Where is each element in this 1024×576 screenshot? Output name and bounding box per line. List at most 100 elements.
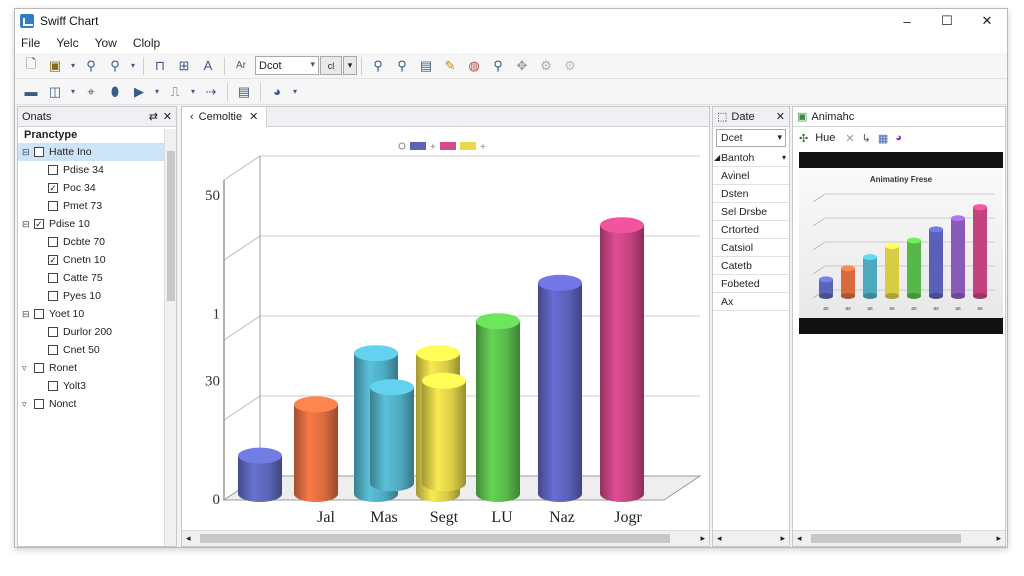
tree-scrollbar[interactable] xyxy=(164,129,176,546)
panel-close-button[interactable]: ✕ xyxy=(776,110,785,123)
open-folder-icon[interactable]: ▣ xyxy=(45,56,65,76)
dropdown-arrow-icon[interactable]: ▾ xyxy=(343,56,357,75)
menu-edit[interactable]: Yelc xyxy=(50,36,88,50)
chart-scrollbar[interactable]: ◂ ▸ xyxy=(182,530,709,546)
row-dropdown-icon[interactable]: ▾ xyxy=(782,153,786,162)
hue-icon[interactable]: ✣ xyxy=(799,132,808,145)
scroll-right-icon[interactable]: ▸ xyxy=(780,533,785,544)
scroll-left-icon[interactable]: ◂ xyxy=(186,533,191,544)
expand-icon[interactable]: ⊟ xyxy=(22,219,31,230)
dropdown-arrow-icon[interactable]: ▾ xyxy=(129,56,137,76)
font-combo[interactable]: Dcot xyxy=(255,56,319,75)
checkbox[interactable] xyxy=(48,291,58,301)
checkbox[interactable]: ✓ xyxy=(48,183,58,193)
tree-item[interactable]: ▿ Nonct xyxy=(18,395,176,413)
remove-icon[interactable]: ✕ xyxy=(845,132,854,145)
shield-icon[interactable]: ⬮ xyxy=(105,82,125,102)
dropdown-arrow-icon[interactable]: ▾ xyxy=(69,56,77,76)
document-icon[interactable]: ◫ xyxy=(45,82,65,102)
globe-icon[interactable]: ◍ xyxy=(464,56,484,76)
options-icon[interactable]: ⚙ xyxy=(560,56,580,76)
zoom-out-icon[interactable]: ⚲ xyxy=(392,56,412,76)
move-icon[interactable]: ✥ xyxy=(512,56,532,76)
animation-tab[interactable]: ▣ Animahc xyxy=(793,107,1005,127)
data-combo[interactable]: Dcet xyxy=(716,129,786,147)
save-icon[interactable]: ▬ xyxy=(21,82,41,102)
palette-icon[interactable]: ◕ xyxy=(895,132,902,144)
maximize-button[interactable]: ☐ xyxy=(927,9,967,33)
tree-item[interactable]: Pyes 10 xyxy=(18,287,176,305)
data-row[interactable]: Avinel xyxy=(713,167,789,185)
tree-item[interactable]: Cnet 50 xyxy=(18,341,176,359)
menu-file[interactable]: File xyxy=(15,36,50,50)
zoom-in-icon[interactable]: ⚲ xyxy=(368,56,388,76)
data-row[interactable]: Ax xyxy=(713,293,789,311)
scrollbar-thumb[interactable] xyxy=(811,534,961,543)
link-icon[interactable]: ↳ xyxy=(862,132,871,145)
data-row[interactable]: Sel Drsbe xyxy=(713,203,789,221)
checkbox[interactable] xyxy=(48,201,58,211)
checkbox[interactable]: ✓ xyxy=(34,219,44,229)
crop-icon[interactable]: ⊓ xyxy=(150,56,170,76)
paint-icon[interactable]: ✎ xyxy=(440,56,460,76)
checkbox[interactable] xyxy=(48,237,58,247)
tree-item[interactable]: ⊟ Hatte Ino xyxy=(18,143,176,161)
resize-icon[interactable]: ⊞ xyxy=(174,56,194,76)
text-icon[interactable]: A xyxy=(198,56,218,76)
font-style-icon[interactable]: Ar xyxy=(231,56,251,76)
tree-item[interactable]: Catte 75 xyxy=(18,269,176,287)
menu-view[interactable]: Yow xyxy=(89,36,127,50)
zoom-options-icon[interactable]: ⚲ xyxy=(105,56,125,76)
clipboard-icon[interactable]: ▤ xyxy=(416,56,436,76)
pin-icon[interactable]: ⇄ xyxy=(149,110,158,123)
tree-item[interactable]: ⊟ ✓ Pdise 10 xyxy=(18,215,176,233)
tree-item[interactable]: ▿ Ronet xyxy=(18,359,176,377)
palette-icon[interactable]: ◕ xyxy=(267,82,287,102)
data-row[interactable]: Fobeted xyxy=(713,275,789,293)
data-row[interactable]: Crtorted xyxy=(713,221,789,239)
back-icon[interactable]: ‹ xyxy=(190,111,194,123)
checkbox[interactable] xyxy=(48,327,58,337)
tab-close-icon[interactable]: ✕ xyxy=(249,110,258,123)
checkbox[interactable]: ✓ xyxy=(48,255,58,265)
minimize-button[interactable]: – xyxy=(887,9,927,33)
document-tab[interactable]: ‹ Cemoltie ✕ xyxy=(182,107,268,127)
dropdown-arrow-icon[interactable]: ▾ xyxy=(153,82,161,102)
expand-icon[interactable]: ⊟ xyxy=(22,309,31,320)
pointer-icon[interactable]: ⌖ xyxy=(81,82,101,102)
data-row[interactable]: ◢ ▾ Bantoh xyxy=(713,149,789,167)
scroll-left-icon[interactable]: ◂ xyxy=(717,533,722,544)
tree-item[interactable]: Dcbte 70 xyxy=(18,233,176,251)
close-button[interactable]: ✕ xyxy=(967,9,1007,33)
tree-item[interactable]: Pdise 34 xyxy=(18,161,176,179)
forward-icon[interactable]: ⇢ xyxy=(201,82,221,102)
font-size-dropdown[interactable]: cl xyxy=(320,56,342,75)
new-document-icon[interactable]: 🗋 xyxy=(21,56,41,76)
checkbox[interactable] xyxy=(48,273,58,283)
dropdown-arrow-icon[interactable]: ▾ xyxy=(189,82,197,102)
scroll-left-icon[interactable]: ◂ xyxy=(797,533,802,544)
dropdown-arrow-icon[interactable]: ▾ xyxy=(291,82,299,102)
tree-item[interactable]: Durlor 200 xyxy=(18,323,176,341)
checkbox[interactable] xyxy=(34,309,44,319)
export-icon[interactable]: ▤ xyxy=(234,82,254,102)
animation-scrollbar[interactable]: ◂ ▸ xyxy=(793,530,1005,546)
folder-icon[interactable] xyxy=(34,399,44,409)
scrollbar-thumb[interactable] xyxy=(200,534,670,543)
scroll-right-icon[interactable]: ▸ xyxy=(996,533,1001,544)
data-scrollbar[interactable]: ◂ ▸ xyxy=(713,530,789,546)
dropdown-arrow-icon[interactable]: ▾ xyxy=(69,82,77,102)
menu-help[interactable]: Clolp xyxy=(127,36,170,50)
layers-icon[interactable]: ▦ xyxy=(878,132,888,145)
tree-item[interactable]: ⊟ Yoet 10 xyxy=(18,305,176,323)
play-icon[interactable]: ▶ xyxy=(129,82,149,102)
expand-icon[interactable]: ▿ xyxy=(22,399,31,410)
checkbox[interactable] xyxy=(48,165,58,175)
hue-label[interactable]: Hue xyxy=(815,132,835,144)
tree-item[interactable]: Yolt3 xyxy=(18,377,176,395)
step-icon[interactable]: ⎍ xyxy=(165,82,185,102)
settings-icon[interactable]: ⚙ xyxy=(536,56,556,76)
expand-icon[interactable]: ⊟ xyxy=(22,147,31,158)
search-icon[interactable]: ⚲ xyxy=(488,56,508,76)
panel-close-button[interactable]: ✕ xyxy=(163,110,172,123)
